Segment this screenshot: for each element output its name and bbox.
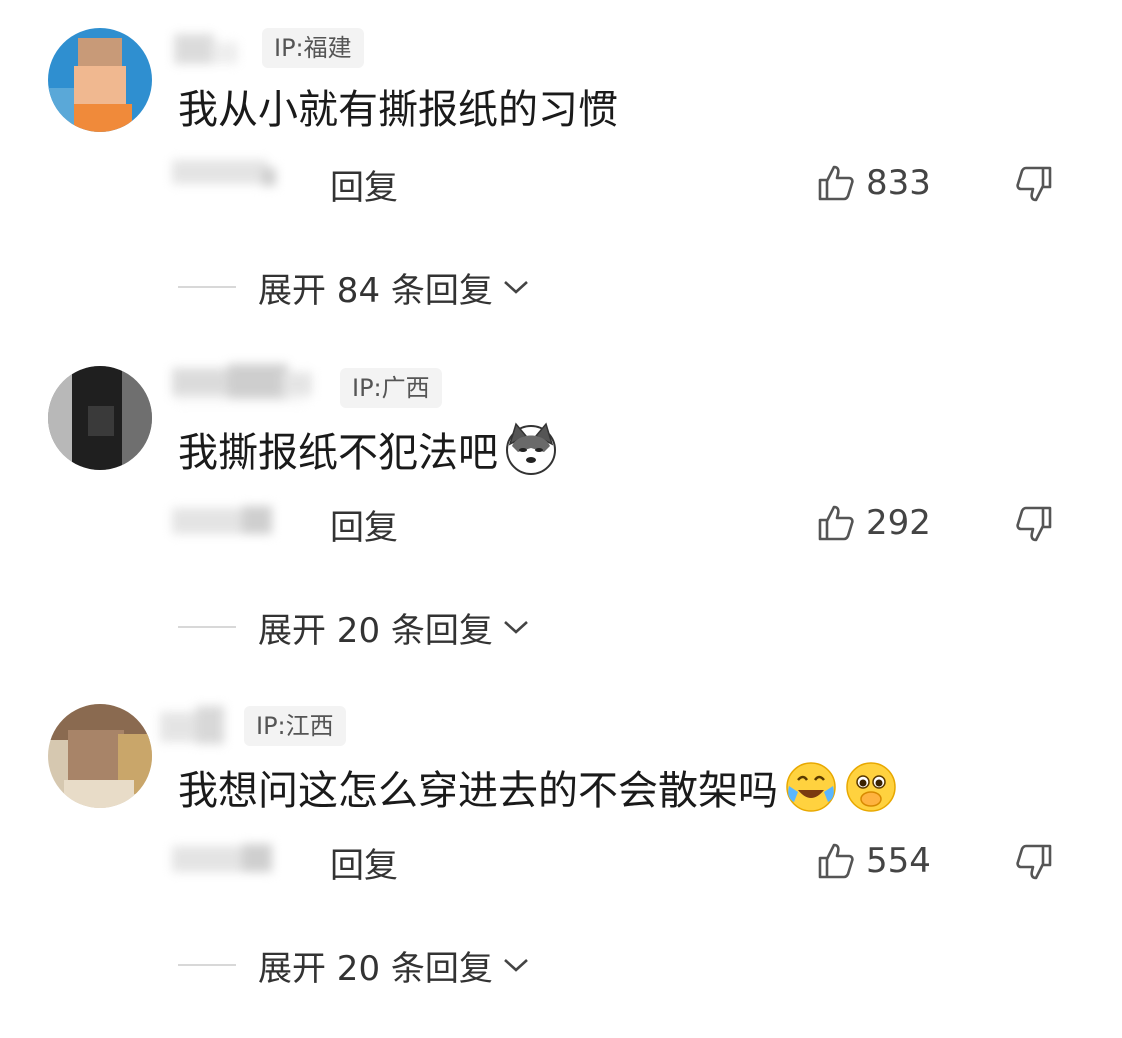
expand-replies-label: 展开 20 条回复 bbox=[258, 948, 493, 989]
divider-line bbox=[178, 286, 236, 288]
chevron-down-icon bbox=[504, 621, 528, 634]
comment-item: IP:江西 我想问这怎么穿进去的不会散架吗 回复 554 展开 20 条回复 bbox=[0, 676, 1122, 1014]
expand-replies-button[interactable]: 展开 84 条回复 bbox=[178, 262, 531, 312]
chevron-down-icon bbox=[504, 959, 528, 972]
comment-text: 我撕报纸不犯法吧 bbox=[178, 422, 558, 481]
comment-text: 我从小就有撕报纸的习惯 bbox=[178, 87, 618, 133]
username-blurred[interactable] bbox=[172, 28, 242, 70]
reply-button[interactable]: 回复 bbox=[330, 160, 398, 209]
thumbs-down-icon bbox=[1016, 844, 1052, 880]
avatar[interactable] bbox=[48, 366, 152, 470]
dislike-button[interactable] bbox=[1014, 504, 1054, 548]
dislike-button[interactable] bbox=[1014, 164, 1054, 208]
ip-location-tag: IP:广西 bbox=[340, 368, 442, 408]
ip-location-tag: IP:江西 bbox=[244, 706, 346, 746]
like-count: 554 bbox=[866, 841, 931, 881]
like-button[interactable]: 833 bbox=[816, 160, 931, 206]
expand-replies-button[interactable]: 展开 20 条回复 bbox=[178, 602, 531, 652]
like-button[interactable]: 554 bbox=[816, 838, 931, 884]
divider-line bbox=[178, 626, 236, 628]
comment-text: 我想问这怎么穿进去的不会散架吗 bbox=[178, 760, 898, 819]
expand-replies-label: 展开 20 条回复 bbox=[258, 610, 493, 651]
like-count: 292 bbox=[866, 503, 931, 543]
like-count: 833 bbox=[866, 163, 931, 203]
timestamp-blurred bbox=[172, 160, 276, 186]
ip-location-tag: IP:福建 bbox=[262, 28, 364, 68]
thumbs-up-icon bbox=[818, 505, 854, 541]
username-blurred[interactable] bbox=[160, 702, 230, 744]
thumbs-up-icon bbox=[818, 165, 854, 201]
like-button[interactable]: 292 bbox=[816, 500, 931, 546]
reply-button[interactable]: 回复 bbox=[330, 500, 398, 549]
thumbs-up-icon bbox=[818, 843, 854, 879]
timestamp-blurred bbox=[172, 844, 272, 872]
expand-replies-button[interactable]: 展开 20 条回复 bbox=[178, 940, 531, 990]
laugh-cry-emoji bbox=[786, 762, 836, 812]
reply-button[interactable]: 回复 bbox=[330, 838, 398, 887]
thumbs-down-icon bbox=[1016, 166, 1052, 202]
avatar[interactable] bbox=[48, 28, 152, 132]
dislike-button[interactable] bbox=[1014, 842, 1054, 886]
comment-item: IP:广西 我撕报纸不犯法吧 回复 292 展开 20 条回复 bbox=[0, 338, 1122, 676]
husky-doge-emoji bbox=[506, 422, 556, 475]
timestamp-blurred bbox=[172, 506, 272, 534]
divider-line bbox=[178, 964, 236, 966]
pleading-emoji bbox=[846, 762, 896, 812]
username-blurred[interactable] bbox=[172, 360, 322, 402]
expand-replies-label: 展开 84 条回复 bbox=[258, 270, 493, 311]
thumbs-down-icon bbox=[1016, 506, 1052, 542]
comment-item: IP:福建 我从小就有撕报纸的习惯 回复 833 展开 84 条回复 bbox=[0, 0, 1122, 338]
chevron-down-icon bbox=[504, 281, 528, 294]
avatar[interactable] bbox=[48, 704, 152, 808]
